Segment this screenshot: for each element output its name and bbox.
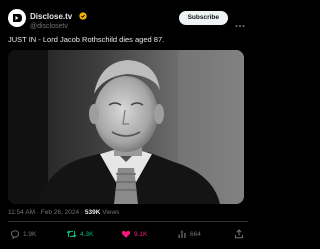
views-label: Views [100,209,120,216]
bookmark-count-button[interactable]: 664 [177,229,201,239]
timestamp[interactable]: 11:54 AM · Feb 26, 2024 · [8,209,85,216]
retweet-icon [66,230,77,238]
retweet-count: 4.3K [80,230,94,238]
bar-chart-icon [178,230,186,238]
author-names: Disclose.tv @disclosetv [30,10,87,32]
retweet-button[interactable]: 4.3K [66,229,93,239]
reply-count: 1.9K [23,230,37,238]
portrait-photo [8,50,244,204]
heart-icon [121,230,131,238]
tweet-card: Disclose.tv @disclosetv Subscribe JUST I… [0,0,256,249]
action-bar: 1.9K 4.3K 9.1K 664 [0,226,256,244]
share-icon [235,229,243,239]
reply-icon [11,230,19,239]
verified-check-icon [79,11,87,21]
avatar[interactable] [8,9,26,27]
divider [8,221,248,222]
bookmark-count: 664 [190,230,201,238]
reply-button[interactable]: 1.9K [10,229,36,239]
tweet-meta: 11:54 AM · Feb 26, 2024 · 539K Views [8,209,119,216]
subscribe-button[interactable]: Subscribe [178,11,228,25]
more-horizontal-icon[interactable] [235,15,245,33]
tweet-image[interactable] [8,50,244,204]
like-button[interactable]: 9.1K [121,229,147,239]
disclose-logo-icon [13,14,22,22]
views-count: 539K [84,209,101,216]
share-button[interactable] [234,229,247,239]
tweet-header: Disclose.tv @disclosetv Subscribe [8,8,248,30]
tweet-text: JUST IN - Lord Jacob Rothschild dies age… [8,35,165,44]
display-name[interactable]: Disclose.tv [30,12,72,21]
like-count: 9.1K [134,230,148,238]
handle[interactable]: @disclosetv [30,22,87,32]
